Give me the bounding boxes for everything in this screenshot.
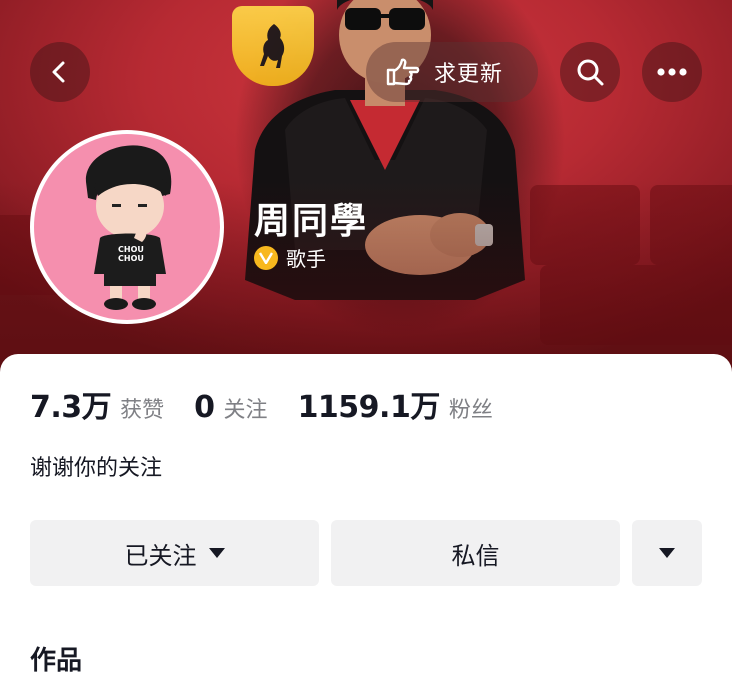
avatar[interactable]: CHOU CHOU — [30, 130, 224, 324]
profile-info-sheet: 7.3万 获赞 0 关注 1159.1万 粉丝 谢谢你的关注 已关注 私信 作品 — [0, 354, 732, 700]
request-update-button[interactable]: 求更新 — [366, 42, 538, 102]
caret-down-icon — [208, 548, 225, 558]
message-label: 私信 — [451, 541, 500, 570]
stat-value: 1159.1万 — [297, 390, 441, 425]
followed-label: 已关注 — [124, 541, 197, 570]
verified-label: 歌手 — [286, 247, 326, 271]
profile-name: 周同學 — [254, 201, 369, 242]
stat-likes: 7.3万 获赞 — [30, 382, 164, 426]
back-button[interactable] — [30, 42, 90, 102]
stat-value: 7.3万 — [30, 390, 112, 425]
chevron-left-icon — [52, 61, 65, 83]
shirt-text-line-1: CHOU — [118, 245, 144, 254]
more-dots-icon — [657, 68, 687, 76]
stat-label: 关注 — [223, 398, 268, 423]
works-section-title: 作品 — [30, 646, 83, 676]
message-button[interactable]: 私信 — [331, 520, 620, 586]
stats-row: 7.3万 获赞 0 关注 1159.1万 粉丝 — [30, 382, 523, 426]
stat-value: 0 — [194, 390, 215, 425]
verified-badge-icon — [254, 245, 278, 270]
shirt-text-line-2: CHOU — [118, 254, 144, 263]
more-actions-button[interactable] — [632, 520, 702, 586]
caret-down-icon — [659, 548, 675, 558]
search-icon — [577, 59, 604, 86]
stat-followers[interactable]: 1159.1万 粉丝 — [298, 382, 493, 426]
stat-label: 粉丝 — [448, 398, 493, 423]
pointing-hand-icon — [386, 58, 420, 86]
search-button[interactable] — [560, 42, 620, 102]
followed-button[interactable]: 已关注 — [30, 520, 319, 586]
stat-following[interactable]: 0 关注 — [194, 390, 267, 425]
more-button[interactable] — [642, 42, 702, 102]
profile-bio: 谢谢你的关注 — [30, 456, 163, 481]
request-update-label: 求更新 — [434, 62, 504, 87]
avatar-image: CHOU CHOU — [34, 134, 220, 320]
verified-row: 歌手 — [254, 243, 326, 272]
stat-label: 获赞 — [120, 398, 165, 423]
